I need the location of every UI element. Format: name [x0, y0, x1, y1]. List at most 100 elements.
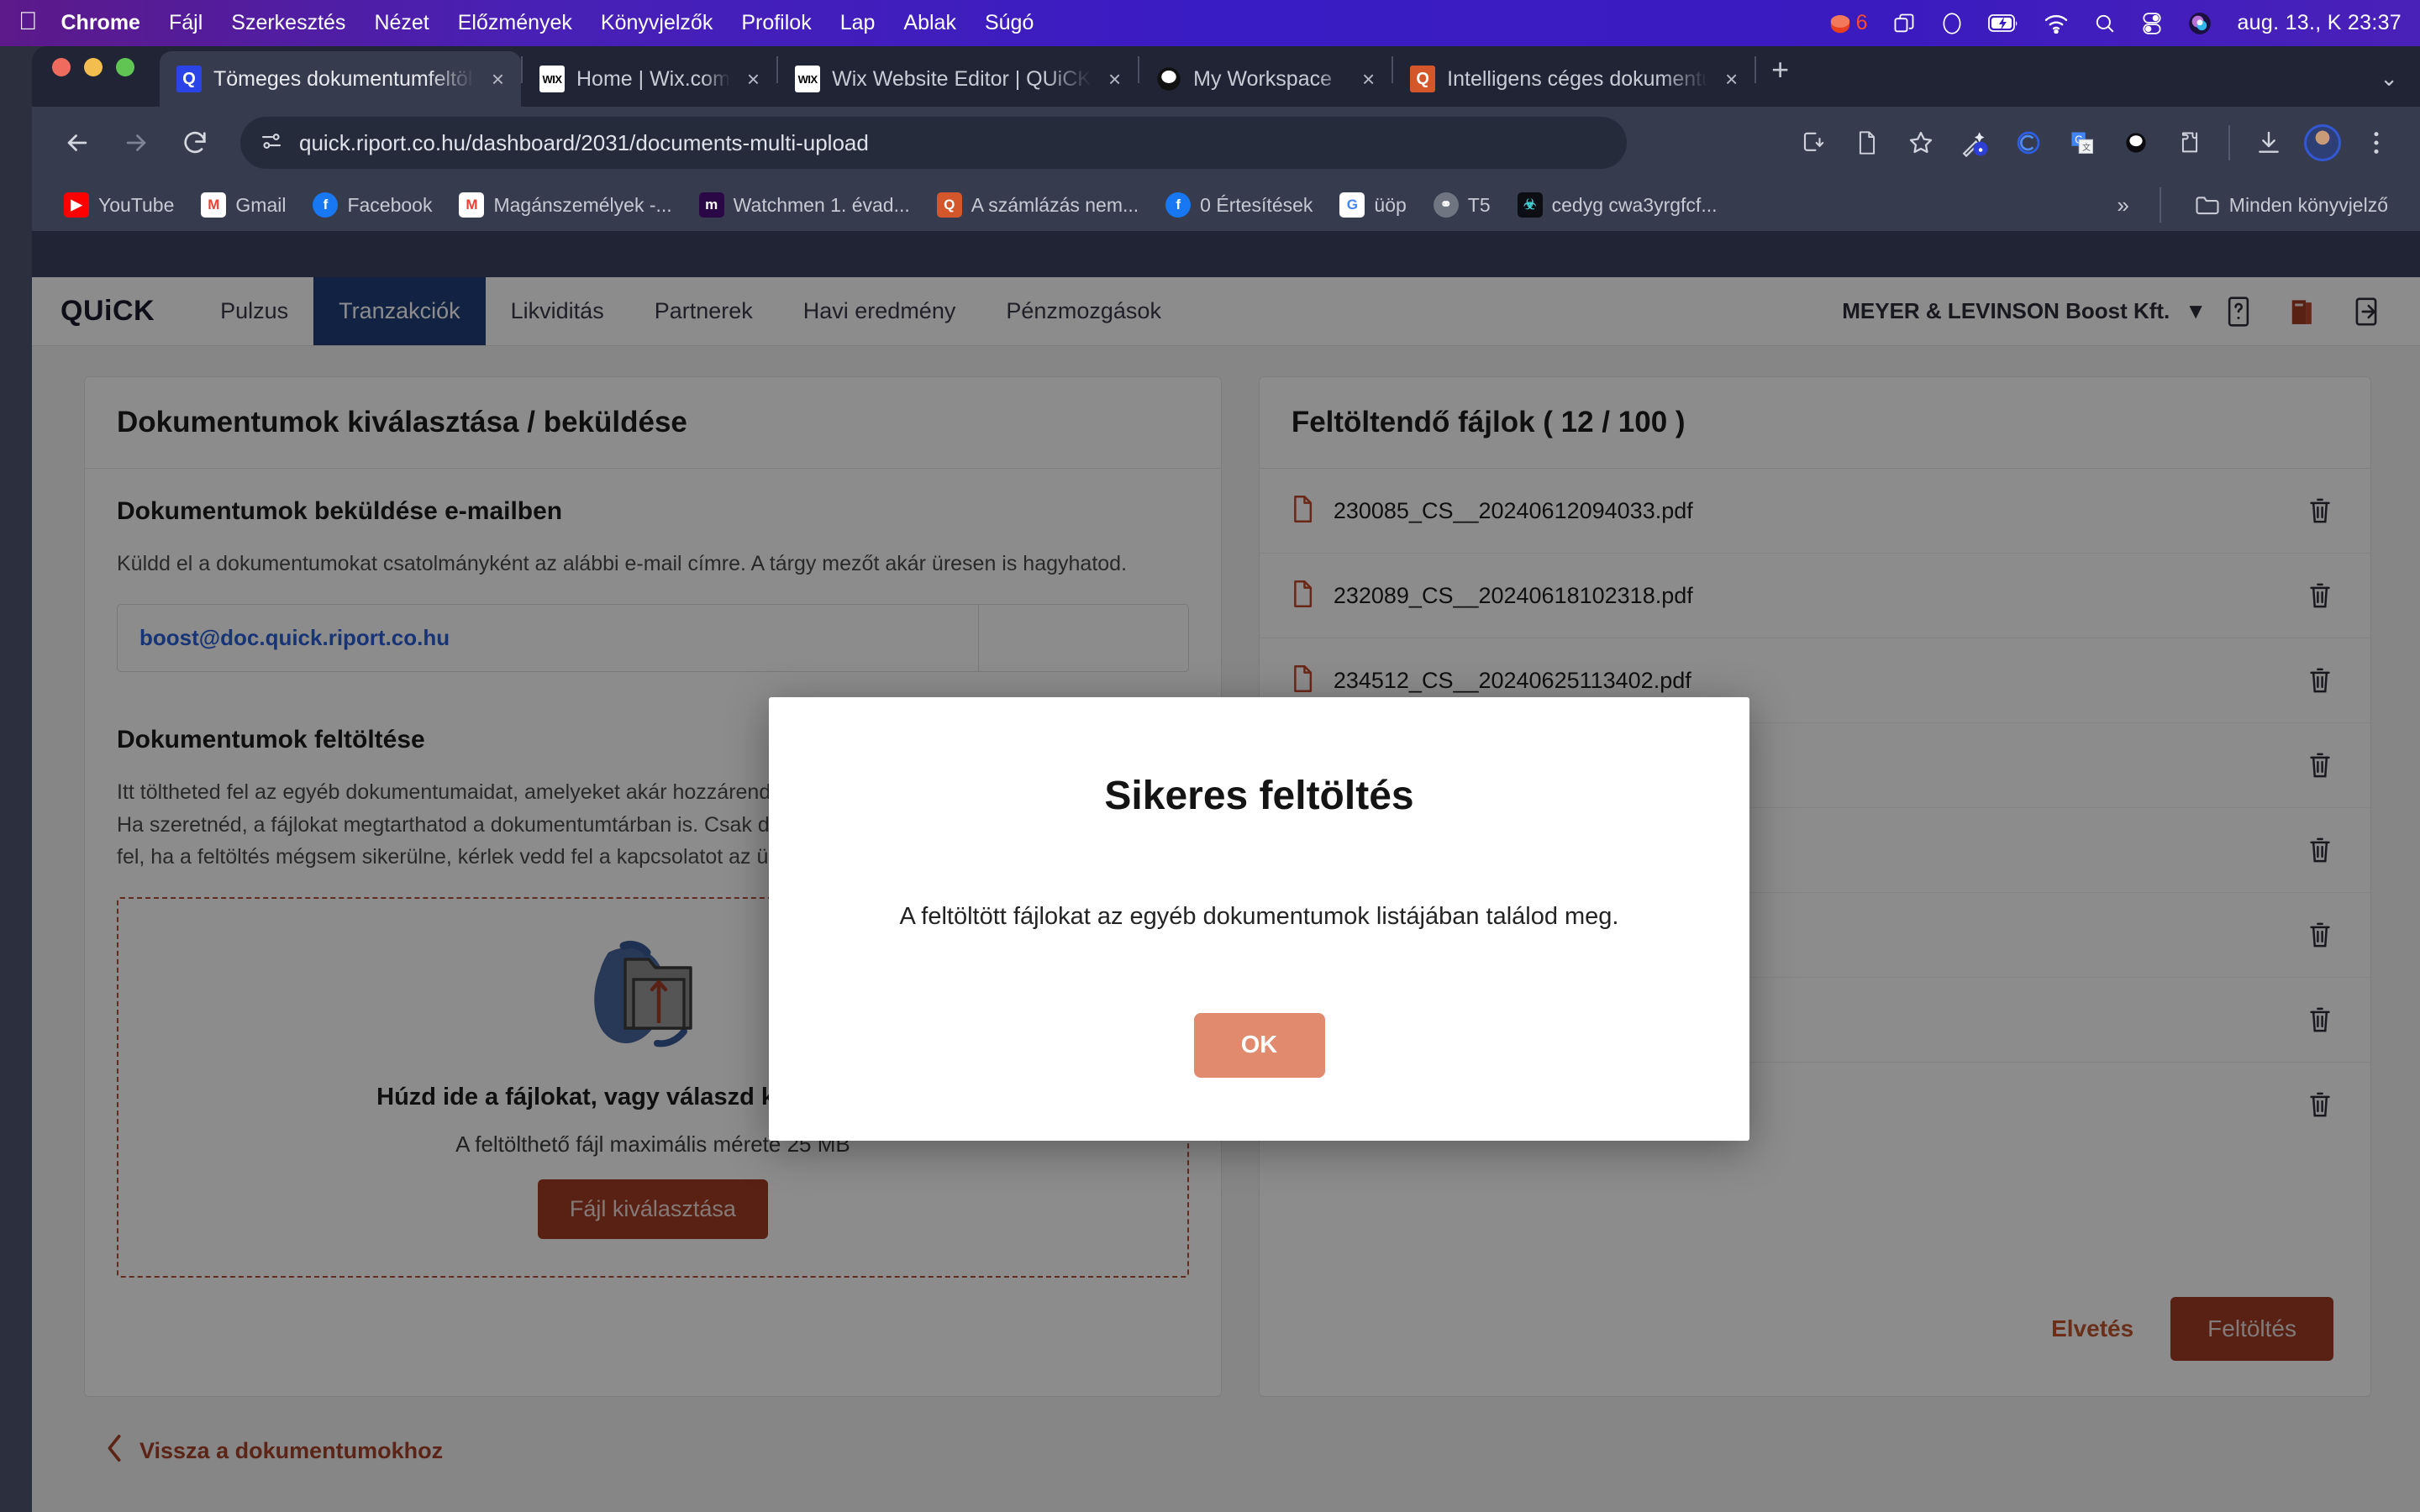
tab-strip: Q Tömeges dokumentumfeltöltés × WIX Home…: [32, 46, 2420, 107]
folder-icon: [2195, 192, 2220, 218]
dialog-title: Sikeres feltöltés: [1104, 774, 1414, 818]
bookmarks-overflow-icon[interactable]: »: [2108, 192, 2137, 218]
globe-icon: ⚭: [1433, 192, 1459, 218]
bookmark-label: Watchmen 1. évad...: [733, 193, 910, 216]
site-settings-icon[interactable]: [259, 129, 284, 158]
menu-item-fajl[interactable]: Fájl: [169, 11, 203, 35]
menu-item-ablak[interactable]: Ablak: [903, 11, 956, 35]
menu-bar-clock[interactable]: aug. 13., K 23:37: [2237, 11, 2402, 35]
bookmark-item[interactable]: ⚭ T5: [1422, 187, 1502, 223]
dialog-message: A feltöltött fájlokat az egyéb dokumentu…: [899, 903, 1619, 930]
menu-item-konyvjelzok[interactable]: Könyvjelzők: [601, 11, 713, 35]
workspace-extension-icon[interactable]: [2112, 119, 2160, 166]
bookmarks-divider: [2159, 187, 2161, 223]
bookmark-item[interactable]: G üöp: [1328, 187, 1418, 223]
forward-arrow-icon[interactable]: [111, 118, 161, 168]
google-icon: G: [1339, 192, 1365, 218]
menu-item-elozmenyek[interactable]: Előzmények: [458, 11, 572, 35]
bookmark-item[interactable]: ☣ cedyg cwa3yrgfcf...: [1506, 187, 1729, 223]
tab-close-icon[interactable]: ×: [1720, 66, 1743, 92]
dialog-ok-button[interactable]: OK: [1193, 1013, 1325, 1078]
quick-orange-icon: Q: [936, 192, 962, 218]
screen-mirroring-icon[interactable]: [1892, 12, 1916, 35]
bookmark-item[interactable]: ▶ YouTube: [52, 187, 186, 223]
tab-title: My Workspace: [1193, 66, 1333, 91]
bookmark-label: üöp: [1374, 193, 1407, 216]
tab-close-icon[interactable]: ×: [487, 66, 509, 92]
bookmark-item[interactable]: f 0 Értesítések: [1154, 187, 1324, 223]
quick-blue-icon: Q: [176, 66, 202, 92]
notification-dot-icon[interactable]: 6: [1828, 11, 1868, 36]
tab-title: Wix Website Editor | QUiCK: [832, 66, 1092, 91]
menu-item-nezet[interactable]: Nézet: [374, 11, 429, 35]
bookmark-item[interactable]: M Gmail: [189, 187, 297, 223]
maximize-window-button[interactable]: [116, 58, 134, 76]
tab-title: Intelligens céges dokumentum: [1447, 66, 1708, 91]
tab-title: Home | Wix.com: [576, 66, 730, 91]
battery-charging-icon[interactable]: [1988, 13, 2018, 34]
address-bar[interactable]: quick.riport.co.hu/dashboard/2031/docume…: [240, 117, 1627, 169]
control-center-icon[interactable]: [2141, 12, 2163, 35]
browser-tab[interactable]: WIX Home | Wix.com ×: [523, 51, 776, 107]
menu-item-szerkesztes[interactable]: Szerkesztés: [231, 11, 345, 35]
bookmark-item[interactable]: M Magánszemélyek -...: [447, 187, 683, 223]
minimize-window-button[interactable]: [84, 58, 103, 76]
control-center-circle-icon[interactable]: [1941, 11, 1963, 36]
bug-icon: ☣: [1517, 192, 1543, 218]
tab-close-icon[interactable]: ×: [742, 66, 765, 92]
bookmark-item[interactable]: Q A számlázás nem...: [925, 187, 1150, 223]
bookmark-label: cedyg cwa3yrgfcf...: [1551, 193, 1718, 216]
install-app-icon[interactable]: [1790, 119, 1837, 166]
gmail-icon: M: [459, 192, 485, 218]
browser-toolbar: quick.riport.co.hu/dashboard/2031/docume…: [32, 107, 2420, 179]
download-icon[interactable]: [2245, 119, 2292, 166]
siri-icon[interactable]: [2188, 12, 2212, 35]
success-dialog: Sikeres feltöltés A feltöltött fájlokat …: [769, 697, 1749, 1141]
address-bar-url[interactable]: quick.riport.co.hu/dashboard/2031/docume…: [299, 130, 869, 156]
reload-icon[interactable]: [170, 118, 220, 168]
search-icon[interactable]: [2094, 13, 2116, 34]
puzzle-extensions-icon[interactable]: [2166, 119, 2213, 166]
menu-item-sugo[interactable]: Súgó: [985, 11, 1034, 35]
browser-tab[interactable]: Q Intelligens céges dokumentum ×: [1393, 51, 1754, 107]
tab-title: Tömeges dokumentumfeltöltés: [213, 66, 475, 91]
tab-close-icon[interactable]: ×: [1357, 66, 1380, 92]
bookmark-item[interactable]: f Facebook: [301, 187, 444, 223]
youtube-icon: ▶: [64, 192, 89, 218]
menu-item-chrome[interactable]: Chrome: [61, 11, 140, 35]
browser-tab[interactable]: WIX Wix Website Editor | QUiCK ×: [778, 51, 1138, 107]
bookmark-label: A számlázás nem...: [971, 193, 1139, 216]
browser-tab[interactable]: My Workspace ×: [1139, 51, 1392, 107]
workspace-icon: [1156, 66, 1181, 92]
bookmarks-bar-right: » Minden könyvjelző: [2108, 187, 2400, 223]
new-tab-button[interactable]: +: [1756, 52, 1804, 101]
menu-bar-status-area: 6 aug. 13., K 23:37: [1828, 11, 2402, 36]
chrome-window: Q Tömeges dokumentumfeltöltés × WIX Home…: [32, 46, 2420, 1512]
window-controls: [52, 46, 134, 107]
toolbar-divider: [2228, 125, 2230, 160]
svg-text:文: 文: [2082, 142, 2091, 153]
menu-item-profilok[interactable]: Profilok: [741, 11, 811, 35]
tab-close-icon[interactable]: ×: [1103, 66, 1126, 92]
c-extension-icon[interactable]: [2005, 119, 2052, 166]
bookmark-star-icon[interactable]: [1897, 119, 1944, 166]
wand-extension-icon[interactable]: [1951, 119, 1998, 166]
tab-search-chevron-down-icon[interactable]: ⌄: [2380, 66, 2398, 92]
all-bookmarks-button[interactable]: Minden könyvjelző: [2183, 187, 2400, 223]
facebook-icon: f: [313, 192, 339, 218]
chrome-menu-icon[interactable]: [2353, 119, 2400, 166]
browser-tab-active[interactable]: Q Tömeges dokumentumfeltöltés ×: [160, 51, 521, 107]
profile-avatar-icon[interactable]: [2299, 119, 2346, 166]
close-window-button[interactable]: [52, 58, 71, 76]
page-reader-icon[interactable]: [1844, 119, 1891, 166]
quick-orange-icon: Q: [1410, 66, 1436, 92]
wifi-icon[interactable]: [2044, 13, 2069, 34]
bookmark-label: Magánszemélyek -...: [493, 193, 672, 216]
apple-logo-icon[interactable]: : [18, 8, 38, 34]
tab-strip-right: ⌄: [2380, 66, 2420, 107]
back-arrow-icon[interactable]: [52, 118, 103, 168]
bookmark-item[interactable]: m Watchmen 1. évad...: [687, 187, 922, 223]
google-translate-icon[interactable]: G文: [2059, 119, 2106, 166]
notification-count: 6: [1855, 11, 1868, 34]
menu-item-lap[interactable]: Lap: [840, 11, 876, 35]
